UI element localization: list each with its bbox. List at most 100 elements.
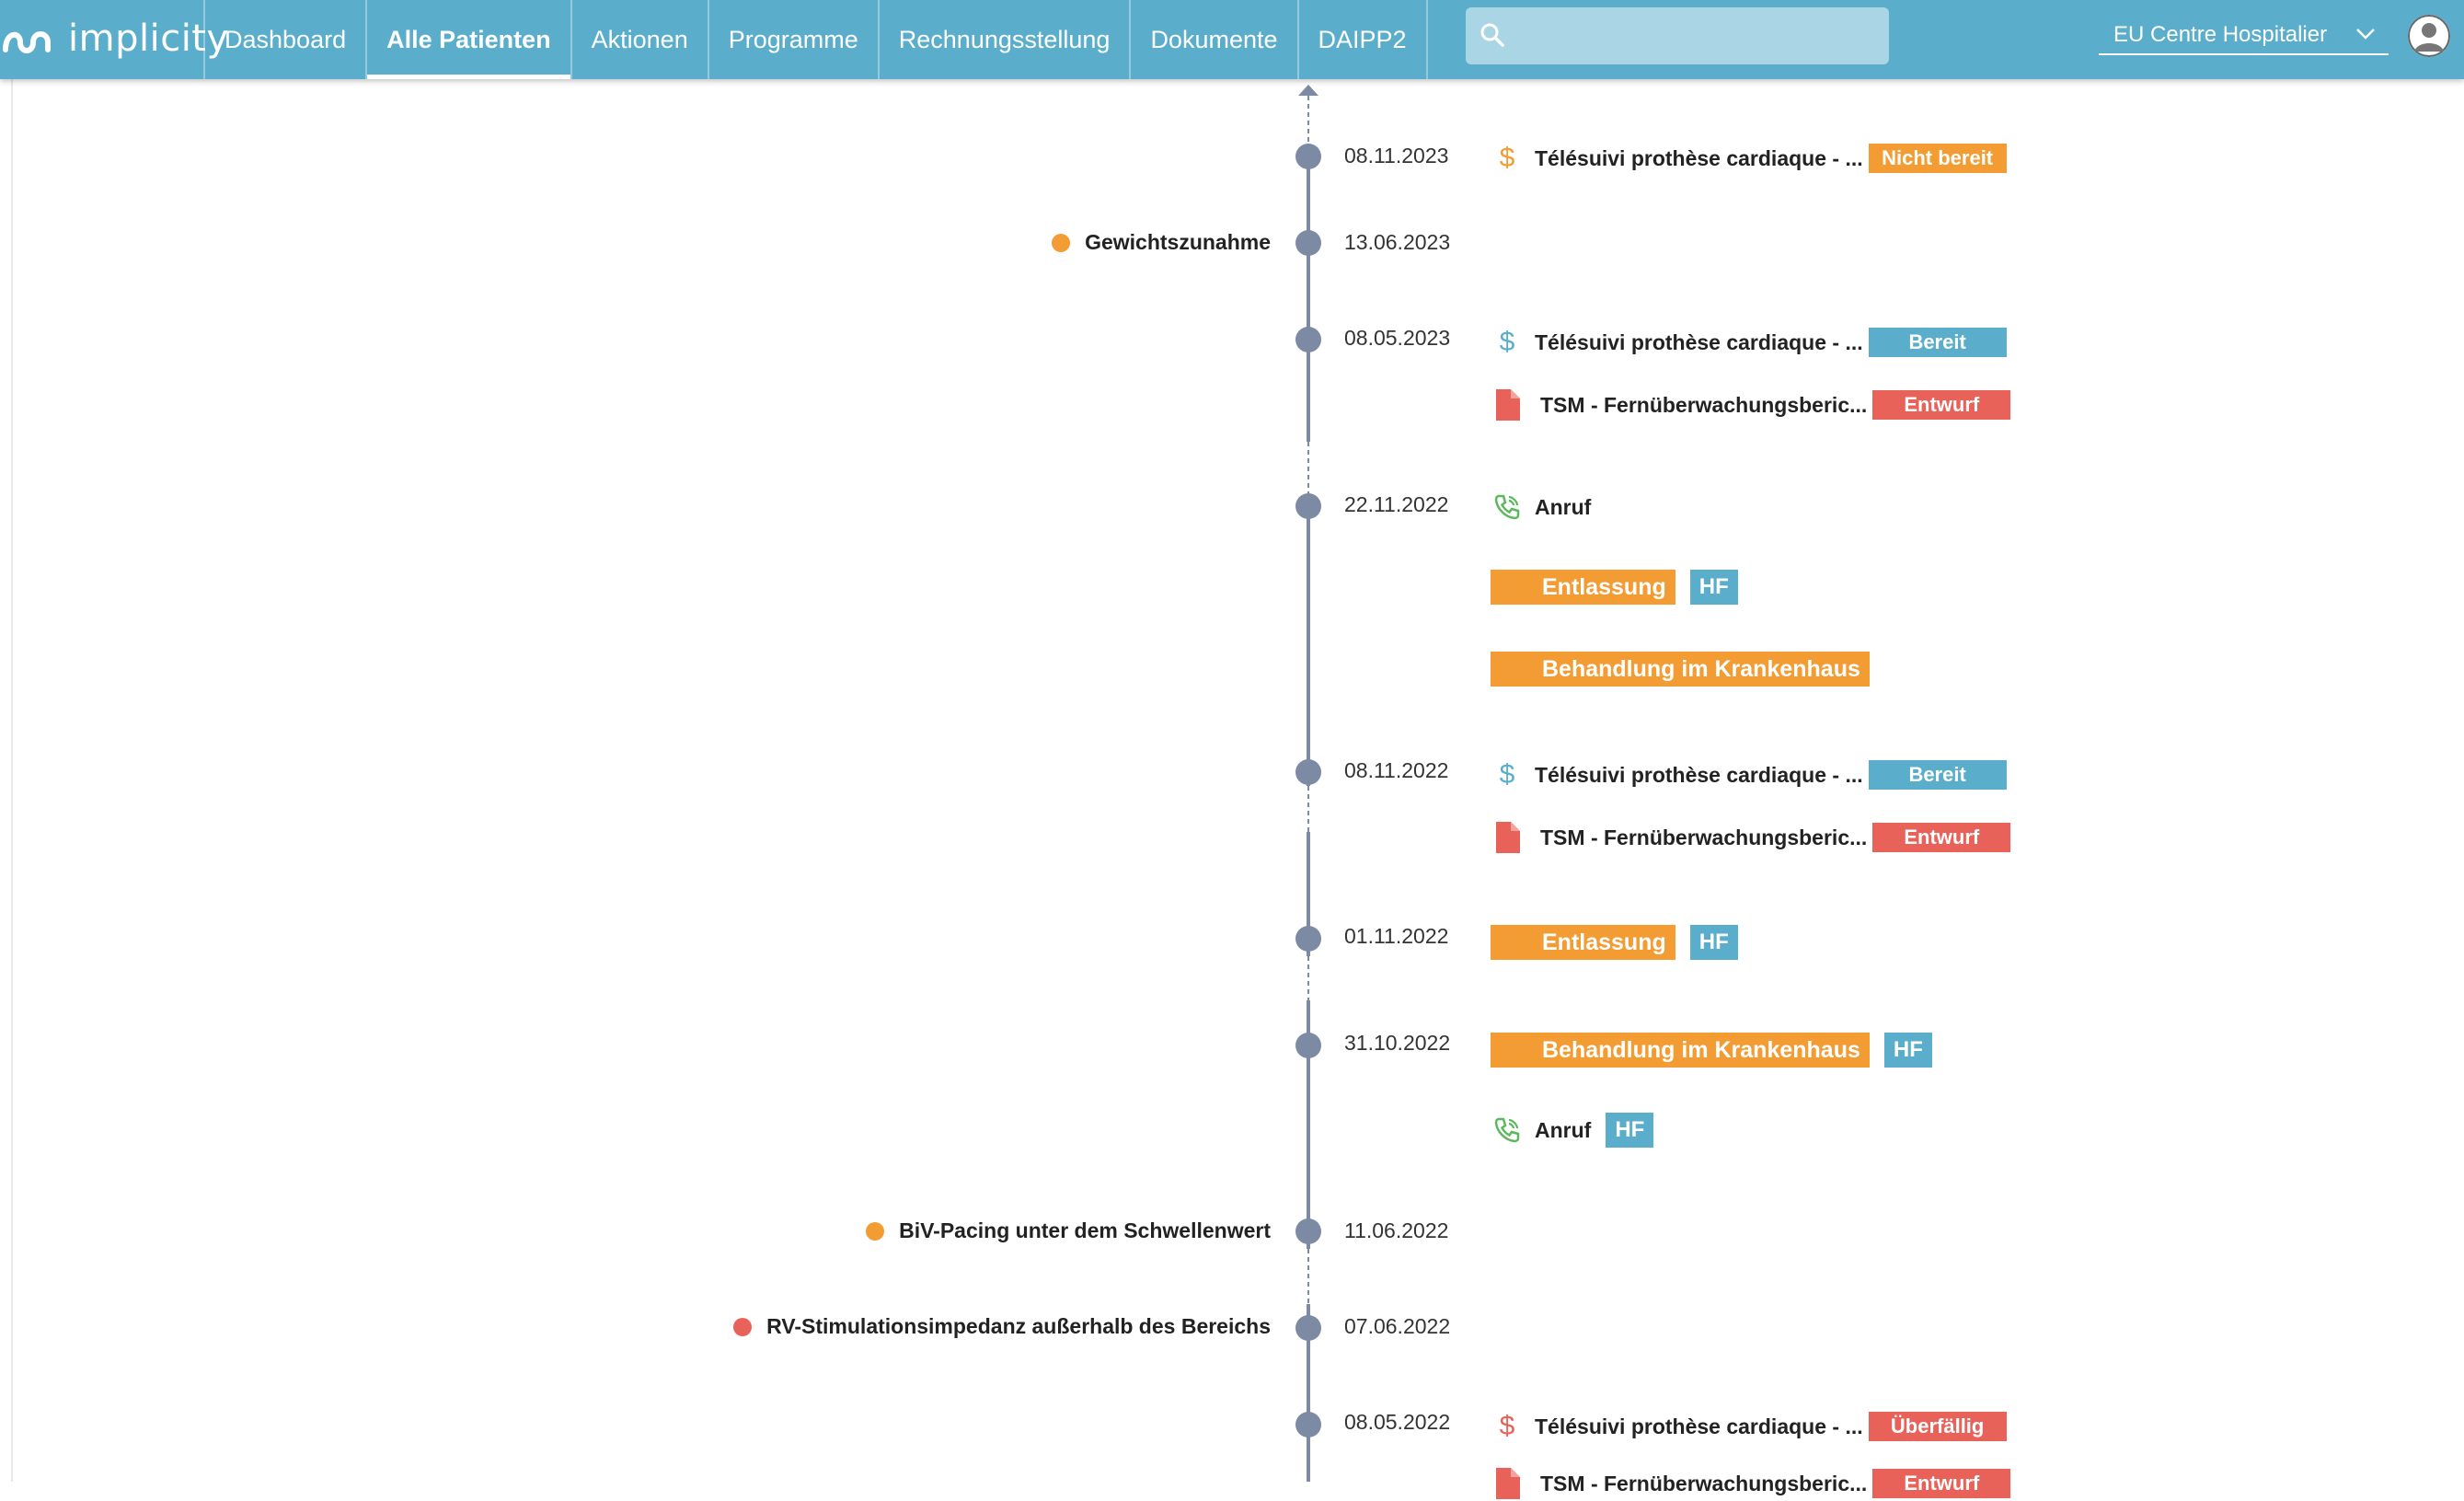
status-badge: Überfällig	[1868, 1412, 2007, 1441]
document-icon	[1491, 1467, 1524, 1500]
alert-dot	[1052, 233, 1071, 252]
alert-item[interactable]: RV-Stimulationsimpedanz außerhalb des Be…	[733, 1314, 1271, 1339]
timeline-date: 22.11.2022	[1344, 492, 1449, 516]
timeline-node[interactable]	[1295, 926, 1321, 952]
timeline-dashed-segment	[1307, 956, 1309, 1000]
top-bar: implicity Dashboard Alle Patienten Aktio…	[0, 0, 2464, 79]
alert-item[interactable]: BiV-Pacing unter dem Schwellenwert	[866, 1218, 1271, 1243]
nav-dokumente[interactable]: Dokumente	[1129, 0, 1296, 79]
status-badge: Bereit	[1868, 760, 2007, 790]
timeline-date: 08.11.2023	[1344, 144, 1449, 167]
program-badge: HF	[1689, 925, 1738, 960]
status-badge: Bereit	[1868, 328, 2007, 357]
nav-programme[interactable]: Programme	[707, 0, 878, 79]
call-entry[interactable]: Anruf HF	[1491, 1113, 1654, 1148]
timeline-date: 07.06.2022	[1344, 1314, 1451, 1338]
nav-dashboard[interactable]: Dashboard	[203, 0, 365, 79]
alert-label: BiV-Pacing unter dem Schwellenwert	[899, 1218, 1271, 1242]
event-tag: Entlassung	[1491, 570, 1675, 605]
dollar-icon: $	[1499, 327, 1515, 357]
phone-icon	[1491, 491, 1524, 524]
document-entry[interactable]: TSM - Fernüberwachungsberic... Entwurf	[1491, 820, 2011, 855]
center-select-value: EU Centre Hospitalier	[2113, 22, 2328, 47]
status-badge: Nicht bereit	[1868, 144, 2007, 173]
timeline-line	[1307, 155, 1310, 442]
nav-daipp2[interactable]: DAIPP2	[1296, 0, 1428, 79]
billing-entry[interactable]: $ Télésuivi prothèse cardiaque - ... Ber…	[1491, 325, 2007, 360]
search-icon	[1480, 23, 1504, 47]
timeline-node[interactable]	[1295, 230, 1321, 256]
dollar-icon: $	[1499, 143, 1515, 173]
timeline-date: 01.11.2022	[1344, 924, 1449, 948]
dollar-icon: $	[1499, 759, 1515, 790]
document-title: TSM - Fernüberwachungsberic...	[1540, 392, 1868, 417]
timeline-node[interactable]	[1295, 1412, 1321, 1437]
tag-entry[interactable]: Entlassung HF	[1491, 570, 1738, 605]
timeline-line	[1307, 510, 1310, 786]
search-box[interactable]	[1466, 7, 1889, 64]
call-title: Anruf	[1535, 1117, 1592, 1142]
status-badge: Entwurf	[1872, 390, 2011, 420]
chevron-down-icon	[2356, 29, 2375, 40]
program-badge: HF	[1606, 1113, 1654, 1148]
timeline-date: 08.11.2022	[1344, 758, 1449, 782]
event-tag: Entlassung	[1491, 925, 1675, 960]
timeline-node[interactable]	[1295, 1218, 1321, 1244]
dollar-icon: $	[1499, 1411, 1515, 1441]
timeline-date: 11.06.2022	[1344, 1218, 1449, 1242]
center-select[interactable]: EU Centre Hospitalier	[2099, 17, 2389, 55]
timeline-date: 08.05.2023	[1344, 326, 1451, 350]
tag-entry[interactable]: Entlassung HF	[1491, 925, 1738, 960]
tag-entry[interactable]: Behandlung im Krankenhaus	[1491, 652, 1870, 687]
timeline-node[interactable]	[1295, 759, 1321, 785]
document-title: TSM - Fernüberwachungsberic...	[1540, 1471, 1868, 1495]
call-entry[interactable]: Anruf	[1491, 490, 1591, 525]
logo-mark-icon	[3, 31, 51, 53]
search-input[interactable]	[1519, 17, 1882, 55]
alert-label: Gewichtszunahme	[1085, 230, 1271, 254]
timeline-dashed-segment	[1307, 786, 1309, 832]
document-icon	[1491, 388, 1524, 421]
timeline-dashed-segment	[1307, 1249, 1309, 1304]
program-badge: HF	[1883, 1033, 1932, 1068]
phone-icon	[1491, 1114, 1524, 1147]
logo[interactable]: implicity	[0, 13, 229, 64]
main-nav: Dashboard Alle Patienten Aktionen Progra…	[203, 0, 1428, 79]
call-title: Anruf	[1535, 494, 1592, 519]
patient-timeline: 08.11.2023 $ Télésuivi prothèse cardiaqu…	[0, 79, 2464, 1499]
timeline-date: 31.10.2022	[1344, 1031, 1451, 1055]
status-badge: Entwurf	[1872, 1469, 2011, 1498]
user-avatar[interactable]	[2408, 15, 2450, 57]
document-title: TSM - Fernüberwachungsberic...	[1540, 825, 1868, 849]
document-entry[interactable]: TSM - Fernüberwachungsberic... Entwurf	[1491, 387, 2011, 422]
timeline-node[interactable]	[1295, 144, 1321, 169]
tag-entry[interactable]: Behandlung im Krankenhaus HF	[1491, 1033, 1932, 1068]
document-entry[interactable]: TSM - Fernüberwachungsberic... Entwurf	[1491, 1466, 2011, 1501]
billing-title: Télésuivi prothèse cardiaque - ...	[1535, 1414, 1863, 1438]
event-tag: Behandlung im Krankenhaus	[1491, 1033, 1870, 1068]
billing-title: Télésuivi prothèse cardiaque - ...	[1535, 329, 1863, 354]
alert-item[interactable]: Gewichtszunahme	[1052, 230, 1271, 255]
timeline-node[interactable]	[1295, 493, 1321, 519]
billing-entry[interactable]: $ Télésuivi prothèse cardiaque - ... Nic…	[1491, 141, 2007, 176]
timeline-node[interactable]	[1295, 327, 1321, 352]
document-icon	[1491, 821, 1524, 854]
billing-entry[interactable]: $ Télésuivi prothèse cardiaque - ... Übe…	[1491, 1409, 2007, 1444]
timeline-date: 08.05.2022	[1344, 1410, 1451, 1434]
alert-dot	[733, 1317, 753, 1336]
timeline-node[interactable]	[1295, 1033, 1321, 1058]
nav-aktionen[interactable]: Aktionen	[570, 0, 708, 79]
billing-title: Télésuivi prothèse cardiaque - ...	[1535, 762, 1863, 787]
timeline-node[interactable]	[1295, 1315, 1321, 1341]
user-icon	[2408, 15, 2450, 57]
alert-label: RV-Stimulationsimpedanz außerhalb des Be…	[766, 1314, 1271, 1338]
nav-rechnungsstellung[interactable]: Rechnungsstellung	[877, 0, 1130, 79]
alert-dot	[866, 1221, 885, 1241]
billing-title: Télésuivi prothèse cardiaque - ...	[1535, 145, 1863, 170]
nav-alle-patienten[interactable]: Alle Patienten	[365, 0, 570, 79]
billing-entry[interactable]: $ Télésuivi prothèse cardiaque - ... Ber…	[1491, 757, 2007, 792]
program-badge: HF	[1689, 570, 1738, 605]
status-badge: Entwurf	[1872, 823, 2011, 852]
event-tag: Behandlung im Krankenhaus	[1491, 652, 1870, 687]
timeline-date: 13.06.2023	[1344, 230, 1451, 254]
